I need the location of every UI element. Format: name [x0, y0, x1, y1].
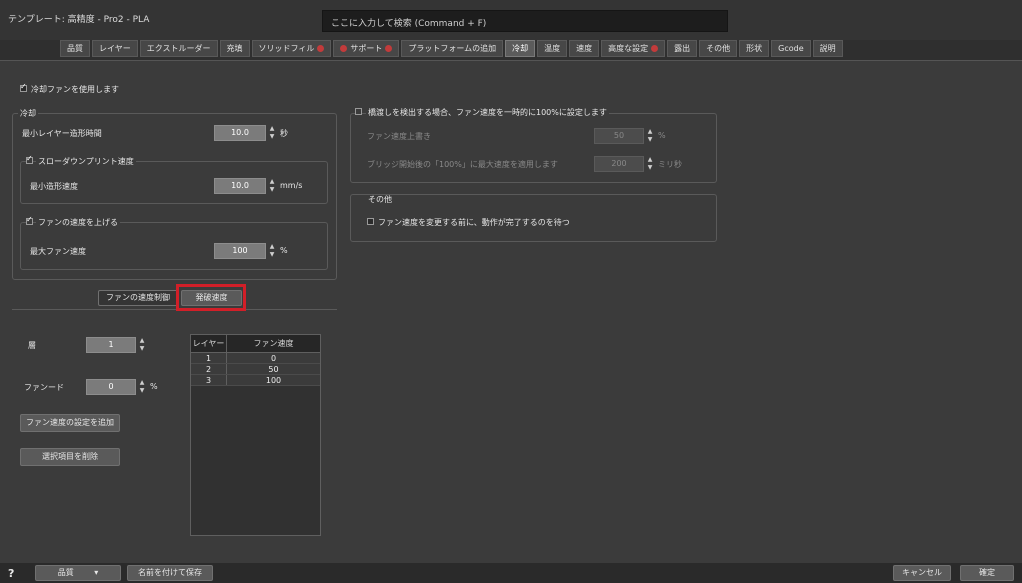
profile-dropdown-label: 品質: [57, 568, 74, 577]
cancel-button[interactable]: キャンセル: [893, 565, 951, 581]
save-as-button[interactable]: 名前を付けて保存: [127, 565, 213, 581]
bridge-override-stepper[interactable]: ▲ ▼: [646, 128, 654, 144]
min-layer-time-label: 最小レイヤー造形時間: [22, 129, 102, 138]
cooling-section-label: 冷却: [18, 108, 38, 119]
wait-fan-label: ファン速度を変更する前に、動作が完了するのを待つ: [378, 218, 570, 227]
wait-fan-checkbox[interactable]: [367, 218, 374, 225]
tab-other[interactable]: その他: [699, 40, 738, 57]
table-cell: 100: [265, 376, 282, 385]
warning-dot-icon: [385, 45, 393, 52]
bridge-override-label: ファン速度上書き: [367, 132, 431, 141]
bridge-override-unit: %: [658, 131, 666, 140]
fan-speed-label: ファンード: [24, 383, 64, 392]
highlight-box: [176, 284, 246, 311]
settings-tab-strip: 品質 レイヤー エクストルーダー 充填 ソリッドフィル サポート プラットフォー…: [60, 40, 843, 58]
window-title: テンプレート: 高精度 - Pro2 - PLA: [8, 15, 150, 25]
column-header-fan-speed[interactable]: ファン速度: [227, 335, 320, 352]
tab-cooling[interactable]: 冷却: [505, 40, 536, 57]
table-row[interactable]: 3 100: [191, 375, 320, 386]
table-row[interactable]: 1 0: [191, 353, 320, 364]
tab-platform[interactable]: プラットフォームの追加: [401, 40, 504, 57]
tab-exposure[interactable]: 露出: [667, 40, 698, 57]
cooling-settings-panel: 冷却ファンを使用します 冷却 最小レイヤー造形時間 10.0 ▲▼ 秒 スローダ…: [0, 60, 1022, 563]
table-header: レイヤー ファン速度: [191, 335, 320, 353]
increase-fan-checkbox[interactable]: [26, 215, 33, 225]
search-placeholder: ここに入力して検索 (Command + F): [331, 19, 487, 29]
min-speed-unit: mm/s: [280, 181, 303, 190]
layer-label: 層: [28, 341, 36, 350]
slowdown-label: スローダウンプリント速度: [36, 156, 136, 167]
max-fan-stepper[interactable]: ▲ ▼: [268, 243, 276, 259]
table-cell: 50: [268, 365, 279, 374]
min-layer-time-field[interactable]: 10.0: [214, 125, 266, 141]
profile-dropdown[interactable]: 品質 ▾: [35, 565, 121, 581]
table-row[interactable]: 2 50: [191, 364, 320, 375]
tab-extruder[interactable]: エクストルーダー: [139, 40, 218, 57]
tab-description[interactable]: 説明: [812, 40, 843, 57]
table-cell: 2: [191, 364, 227, 374]
max-fan-field[interactable]: 100: [214, 243, 266, 259]
min-layer-time-stepper[interactable]: ▲ ▼: [268, 125, 276, 141]
increase-fan-label: ファンの速度を上げる: [36, 217, 120, 228]
min-layer-time-unit: 秒: [280, 129, 288, 138]
help-icon[interactable]: ?: [8, 567, 14, 580]
min-speed-label: 最小造形速度: [30, 182, 78, 191]
fan-speed-unit: %: [150, 382, 158, 391]
warning-dot-icon: [651, 45, 659, 52]
tab-solid-fill[interactable]: ソリッドフィル: [251, 40, 332, 57]
fan-speed-table: レイヤー ファン速度 1 0 2 50 3 100: [190, 334, 321, 536]
tab-support[interactable]: サポート: [333, 40, 400, 57]
ok-button[interactable]: 確定: [960, 565, 1014, 581]
chevron-down-icon: ▾: [94, 568, 99, 577]
bridge-adjust-label: ブリッジ開始後の「100%」に最大速度を適用します: [367, 160, 558, 169]
max-fan-label: 最大ファン速度: [30, 247, 86, 256]
bridging-checkbox[interactable]: [355, 108, 362, 115]
delete-selected-button[interactable]: 選択項目を削除: [20, 448, 120, 466]
bridge-adjust-field[interactable]: 200: [594, 156, 644, 172]
fan-speed-stepper[interactable]: ▲ ▼: [138, 379, 146, 395]
bridging-group: [350, 113, 717, 183]
bridge-adjust-unit: ミリ秒: [658, 160, 682, 169]
title-bar: テンプレート: 高精度 - Pro2 - PLA ここに入力して検索 (Comm…: [0, 0, 1022, 40]
tab-advanced[interactable]: 高度な設定: [601, 40, 666, 57]
tab-speed[interactable]: 速度: [569, 40, 600, 57]
subtab-divider: [12, 309, 337, 310]
add-fan-setting-button[interactable]: ファン速度の設定を追加: [20, 414, 120, 432]
footer-bar: ? 品質 ▾ 名前を付けて保存 キャンセル 確定: [0, 563, 1022, 583]
fan-speed-field[interactable]: 0: [86, 379, 136, 395]
warning-dot-icon: [317, 45, 325, 52]
layer-stepper[interactable]: ▲ ▼: [138, 337, 146, 353]
warning-dot-icon: [340, 45, 348, 52]
other-section-label: その他: [368, 195, 392, 204]
enable-fan-label: 冷却ファンを使用します: [31, 85, 119, 94]
tab-layer[interactable]: レイヤー: [92, 40, 138, 57]
tab-infill[interactable]: 充填: [219, 40, 250, 57]
slowdown-checkbox[interactable]: [26, 154, 33, 164]
fan-control-subtab[interactable]: ファンの速度制御: [98, 290, 178, 306]
tab-quality[interactable]: 品質: [60, 40, 90, 57]
search-input[interactable]: ここに入力して検索 (Command + F): [322, 10, 728, 32]
bridge-override-field[interactable]: 50: [594, 128, 644, 144]
bridging-label: 橋渡しを検出する場合、ファン速度を一時的に100%に設定します: [366, 107, 609, 118]
bridge-adjust-stepper[interactable]: ▲ ▼: [646, 156, 654, 172]
enable-fan-checkbox[interactable]: [20, 82, 27, 92]
layer-field[interactable]: 1: [86, 337, 136, 353]
tab-temperature[interactable]: 温度: [537, 40, 568, 57]
min-speed-stepper[interactable]: ▲ ▼: [268, 178, 276, 194]
max-fan-unit: %: [280, 246, 288, 255]
table-cell: 0: [270, 354, 277, 363]
tab-gcode[interactable]: Gcode: [771, 40, 811, 57]
table-cell: 3: [191, 375, 227, 385]
table-cell: 1: [191, 353, 227, 363]
tab-shape[interactable]: 形状: [739, 40, 770, 57]
column-header-layer[interactable]: レイヤー: [191, 335, 227, 352]
min-speed-field[interactable]: 10.0: [214, 178, 266, 194]
